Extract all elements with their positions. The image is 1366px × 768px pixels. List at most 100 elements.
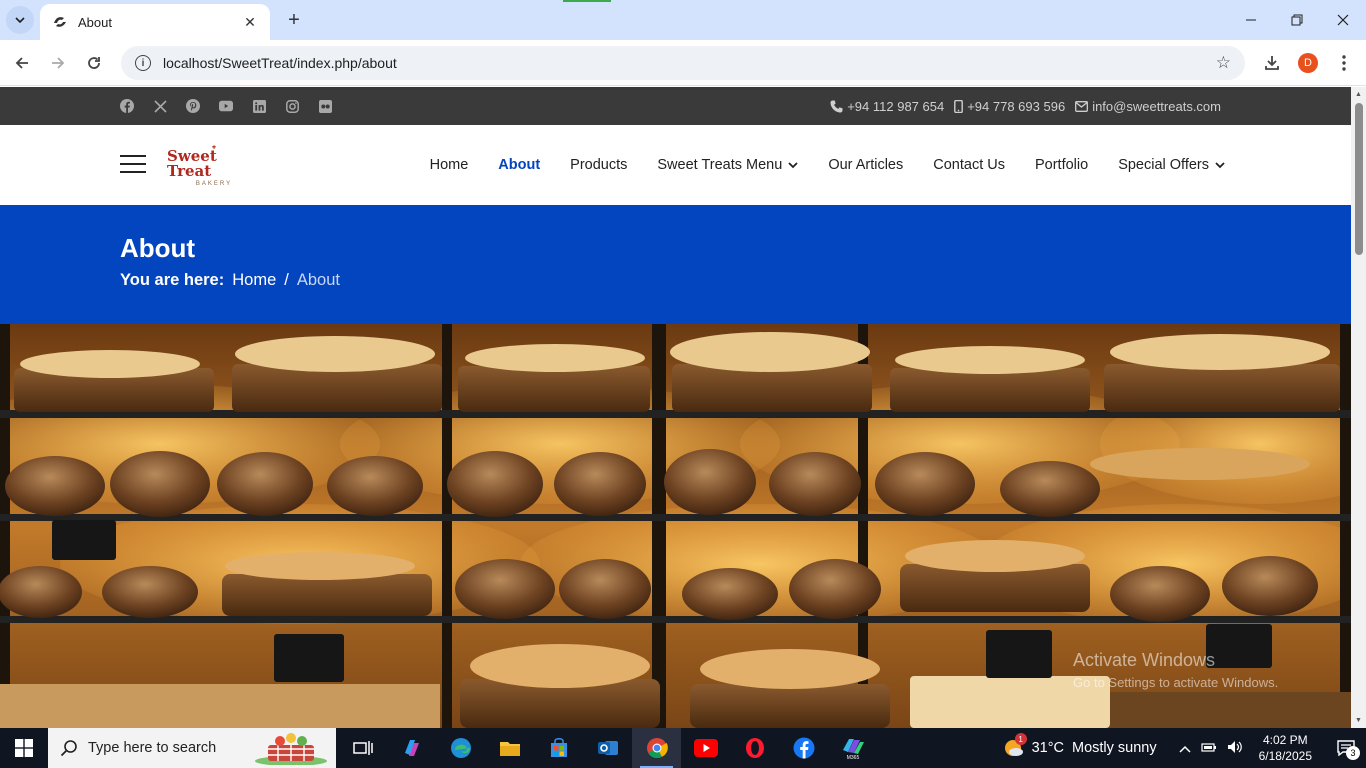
weather-widget[interactable]: 1 31°C Mostly sunny [1002, 733, 1157, 759]
contact-info: +94 112 987 654 +94 778 693 596 info@swe… [830, 87, 1221, 125]
search-icon [60, 740, 77, 757]
download-icon[interactable] [1258, 49, 1286, 77]
tab-group-indicator [563, 0, 611, 2]
minimize-icon[interactable] [1228, 0, 1274, 40]
notification-center-icon[interactable]: 3 [1326, 728, 1366, 768]
nav-item-our-articles[interactable]: Our Articles [828, 157, 903, 173]
url-text[interactable]: localhost/SweetTreat/index.php/about [163, 55, 1216, 71]
back-arrow-icon[interactable] [8, 49, 36, 77]
chrome-icon[interactable] [632, 728, 681, 768]
flickr-icon[interactable] [318, 99, 332, 113]
weather-badge: 1 [1014, 733, 1027, 745]
phone-number: +94 112 987 654 [847, 98, 945, 114]
linkedin-icon[interactable] [252, 99, 266, 113]
weather-temp: 31°C [1031, 740, 1064, 756]
email-contact[interactable]: info@sweettreats.com [1075, 99, 1221, 114]
nav-item-home[interactable]: Home [430, 157, 469, 173]
site-logo[interactable]: Sweet Treat BAKERY [167, 145, 261, 187]
profile-avatar[interactable]: D [1294, 49, 1322, 77]
nav-item-portfolio[interactable]: Portfolio [1035, 157, 1088, 173]
site-info-icon[interactable]: i [135, 55, 151, 71]
volume-icon[interactable] [1227, 740, 1243, 757]
nav-item-contact-us[interactable]: Contact Us [933, 157, 1005, 173]
nav-item-sweet-treats-menu[interactable]: Sweet Treats Menu [657, 157, 798, 173]
mobile-icon [954, 99, 964, 113]
tab-title: About [78, 14, 112, 30]
nav-item-products[interactable]: Products [570, 157, 627, 173]
restore-icon[interactable] [1274, 0, 1320, 40]
chevron-up-icon[interactable] [1179, 741, 1191, 756]
page-viewport: +94 112 987 654 +94 778 693 596 info@swe… [0, 87, 1351, 728]
menu-toggle-icon[interactable] [120, 155, 146, 173]
microsoft-store-icon[interactable] [534, 728, 583, 768]
copilot-icon[interactable] [387, 728, 436, 768]
picnic-basket-icon [255, 733, 327, 765]
pinterest-icon[interactable] [186, 99, 200, 113]
breadcrumb-current: About [296, 271, 340, 289]
x-icon[interactable] [153, 99, 167, 113]
window-controls [1228, 0, 1366, 40]
phone-contact[interactable]: +94 112 987 654 [830, 99, 944, 114]
scroll-thumb[interactable] [1355, 103, 1363, 255]
task-view-icon[interactable] [338, 728, 387, 768]
joomla-favicon-icon [52, 14, 68, 30]
notification-count: 3 [1346, 746, 1360, 760]
envelope-icon [1075, 100, 1089, 112]
nav-item-special-offers[interactable]: Special Offers [1118, 157, 1225, 173]
new-tab-button[interactable]: + [282, 8, 306, 32]
system-clock[interactable]: 4:02 PM 6/18/2025 [1259, 732, 1312, 764]
edge-icon[interactable] [436, 728, 485, 768]
browser-menu-icon[interactable] [1330, 49, 1358, 77]
file-explorer-icon[interactable] [485, 728, 534, 768]
battery-icon[interactable] [1201, 741, 1217, 756]
chevron-down-icon [788, 162, 798, 169]
mobile-number: +94 778 693 596 [967, 98, 1066, 114]
nav-item-about[interactable]: About [498, 157, 540, 173]
logo-name: Sweet Treat [167, 147, 217, 180]
outlook-icon[interactable] [583, 728, 632, 768]
taskbar-search[interactable]: Type here to search [48, 728, 336, 768]
system-tray: 1 31°C Mostly sunny 4:02 PM 6/18/2025 3 [1002, 728, 1366, 768]
windows-taskbar: Type here to search M365 1 31°C Mostly s… [0, 728, 1366, 768]
svg-text:M365: M365 [846, 755, 859, 760]
forward-arrow-icon[interactable] [44, 49, 72, 77]
mobile-contact[interactable]: +94 778 693 596 [954, 99, 1065, 114]
breadcrumb: You are here: Home / About [120, 271, 340, 290]
page-title: About [120, 233, 196, 263]
opera-icon[interactable] [730, 728, 779, 768]
phone-icon [830, 100, 843, 112]
breadcrumb-prefix: You are here: [120, 271, 225, 289]
bookmark-star-icon[interactable]: ☆ [1216, 53, 1231, 73]
scroll-down-icon[interactable]: ▼ [1354, 716, 1363, 725]
activate-windows-watermark: Activate Windows Go to Settings to activ… [1073, 650, 1278, 690]
page-scrollbar[interactable]: ▲ ▼ [1351, 87, 1366, 728]
browser-tab-about[interactable]: About ✕ [40, 4, 270, 40]
email-address: info@sweettreats.com [1092, 98, 1221, 114]
weather-condition: Mostly sunny [1071, 740, 1157, 756]
facebook-app-icon[interactable] [779, 728, 828, 768]
youtube-icon[interactable] [219, 99, 233, 113]
youtube-app-icon[interactable] [681, 728, 730, 768]
scroll-up-icon[interactable]: ▲ [1354, 90, 1363, 99]
start-button[interactable] [0, 728, 48, 768]
clock-date: 6/18/2025 [1258, 749, 1312, 763]
weather-sun-icon: 1 [1002, 733, 1027, 759]
breadcrumb-separator: / [284, 271, 289, 289]
address-bar[interactable]: i localhost/SweetTreat/index.php/about ☆ [121, 46, 1245, 80]
social-links [120, 87, 332, 125]
tab-search-button[interactable] [6, 6, 34, 34]
breadcrumb-home-link[interactable]: Home [232, 271, 276, 290]
watermark-title: Activate Windows [1073, 650, 1216, 670]
close-window-icon[interactable] [1320, 0, 1366, 40]
watermark-subtitle: Go to Settings to activate Windows. [1073, 675, 1279, 690]
browser-toolbar: i localhost/SweetTreat/index.php/about ☆… [0, 40, 1366, 86]
reload-icon[interactable] [80, 49, 108, 77]
instagram-icon[interactable] [285, 99, 299, 113]
microsoft-365-icon[interactable]: M365 [828, 728, 877, 768]
page-hero: About You are here: Home / About [0, 205, 1351, 324]
chevron-down-icon [1215, 162, 1225, 169]
facebook-icon[interactable] [120, 99, 134, 113]
windows-logo-icon [15, 739, 33, 757]
tab-close-icon[interactable]: ✕ [240, 12, 260, 32]
main-navigation: Home About Products Sweet Treats Menu Ou… [430, 125, 1225, 205]
